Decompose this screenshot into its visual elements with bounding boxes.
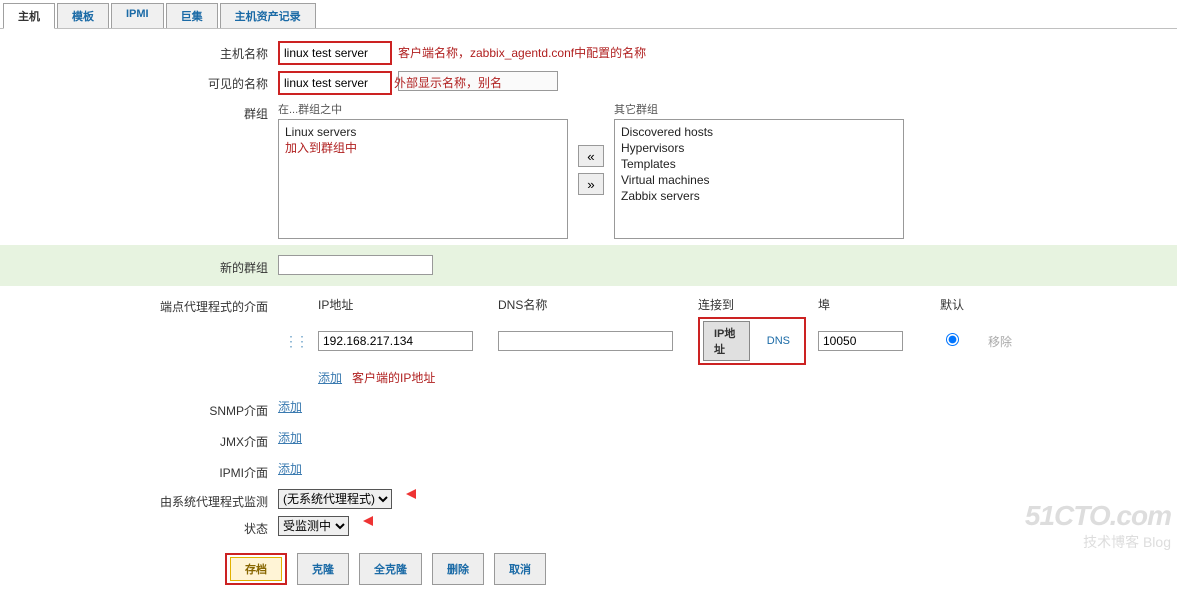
tab-主机[interactable]: 主机 (3, 3, 55, 29)
ip-input[interactable] (318, 331, 473, 351)
ipmi-iface-label: IPMI介面 (0, 460, 278, 481)
port-input[interactable] (818, 331, 903, 351)
monitoredby-select[interactable]: (无系统代理程式) (278, 489, 392, 509)
newgroup-label: 新的群组 (0, 255, 278, 276)
visiblename-input[interactable] (280, 73, 390, 93)
hostname-input[interactable] (280, 43, 390, 63)
remove-iface-link[interactable]: 移除 (988, 335, 1012, 349)
ip-annotation: 客户端的IP地址 (352, 368, 435, 385)
tab-模板[interactable]: 模板 (57, 3, 109, 28)
connhdr: 连接到 (698, 298, 734, 312)
tab-IPMI[interactable]: IPMI (111, 3, 164, 28)
add-ipmi-link[interactable]: 添加 (278, 460, 302, 477)
hostname-label: 主机名称 (0, 41, 278, 62)
dns-input[interactable] (498, 331, 673, 351)
newgroup-input[interactable] (278, 255, 433, 275)
defhdr: 默认 (940, 298, 964, 312)
connect-ip-button[interactable]: IP地址 (703, 321, 750, 361)
tab-主机资产记录[interactable]: 主机资产记录 (220, 3, 316, 28)
default-iface-radio[interactable] (946, 333, 959, 346)
agent-iface-label: 端点代理程式的介面 (0, 294, 278, 315)
jmx-iface-label: JMX介面 (0, 429, 278, 450)
dnshdr: DNS名称 (498, 298, 547, 312)
add-snmp-link[interactable]: 添加 (278, 398, 302, 415)
visiblename-label: 可见的名称 (0, 71, 278, 92)
status-select[interactable]: 受监测中 (278, 516, 349, 536)
groups-label: 群组 (0, 101, 278, 122)
add-agent-iface-link[interactable]: 添加 (318, 371, 342, 385)
drag-handle-icon[interactable]: ⋮⋮ (284, 333, 306, 349)
save-button[interactable]: 存档 (230, 557, 282, 581)
visiblename-annotation: 外部显示名称，别名 (394, 71, 502, 91)
add-jmx-link[interactable]: 添加 (278, 429, 302, 446)
monitoredby-label: 由系统代理程式监测 (0, 489, 278, 510)
arrow-icon (406, 489, 416, 499)
in-groups-list[interactable]: Linux servers加入到群组中 (278, 119, 568, 239)
in-groups-header: 在...群组之中 (278, 101, 568, 117)
arrow-icon (363, 516, 373, 526)
porthdr: 埠 (818, 298, 830, 312)
connect-dns-button[interactable]: DNS (756, 331, 801, 351)
other-groups-header: 其它群组 (614, 101, 904, 117)
tab-巨集[interactable]: 巨集 (166, 3, 218, 28)
move-right-button[interactable]: » (578, 173, 604, 195)
move-left-button[interactable]: « (578, 145, 604, 167)
snmp-iface-label: SNMP介面 (0, 398, 278, 419)
status-label: 状态 (0, 516, 278, 537)
hostname-annotation: 客户端名称，zabbix_agentd.conf中配置的名称 (398, 41, 646, 61)
iphdr: IP地址 (318, 298, 353, 312)
other-groups-list[interactable]: Discovered hostsHypervisorsTemplatesVirt… (614, 119, 904, 239)
